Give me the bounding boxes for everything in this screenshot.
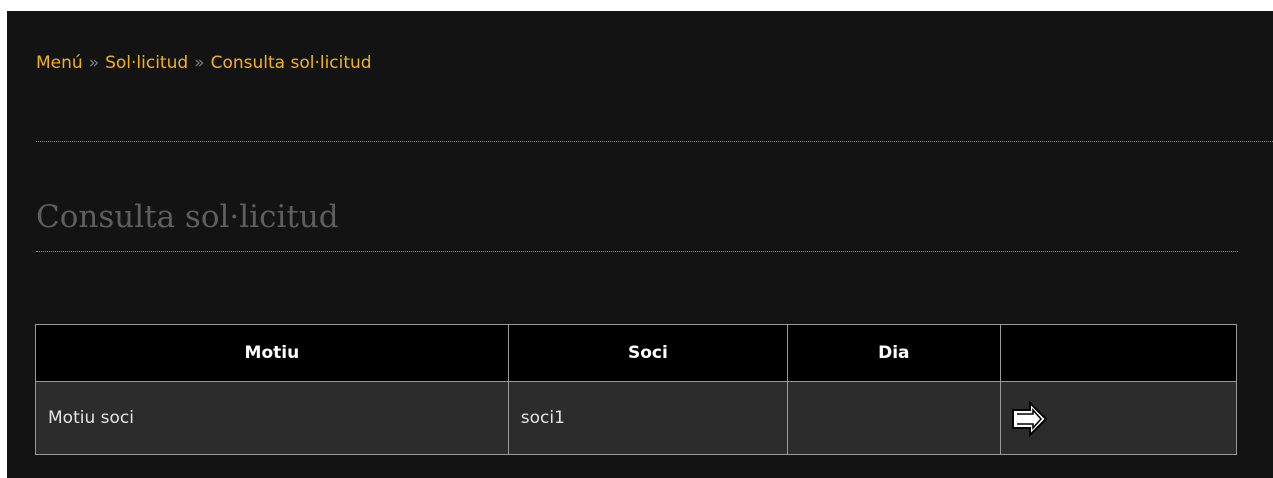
column-header-dia: Dia <box>787 324 1001 382</box>
column-header-motiu: Motiu <box>35 324 509 382</box>
breadcrumb-link-consulta[interactable]: Consulta sol·licitud <box>211 53 372 73</box>
cell-action <box>999 381 1238 455</box>
arrow-right-icon[interactable] <box>1011 400 1049 438</box>
column-header-action <box>999 324 1238 382</box>
table-header-row: Motiu Soci Dia <box>35 324 1238 382</box>
breadcrumb-separator: » <box>88 53 100 73</box>
cell-motiu: Motiu soci <box>35 381 509 455</box>
table-row: Motiu soci soci1 <box>35 381 1238 455</box>
divider <box>36 141 1273 142</box>
breadcrumb-link-menu[interactable]: Menú <box>36 53 83 73</box>
page-title: Consulta sol·licitud <box>36 199 339 235</box>
requests-table: Motiu Soci Dia Motiu soci soci1 <box>35 324 1238 455</box>
content-panel: Menú» Sol·licitud» Consulta sol·licitud Co… <box>7 11 1273 478</box>
title-divider <box>36 251 1238 252</box>
breadcrumb-link-sollicitud[interactable]: Sol·licitud <box>105 53 188 73</box>
breadcrumb: Menú» Sol·licitud» Consulta sol·licitud <box>36 52 372 74</box>
cell-dia <box>787 381 1001 455</box>
column-header-soci: Soci <box>507 324 789 382</box>
cell-soci: soci1 <box>507 381 789 455</box>
breadcrumb-separator: » <box>194 53 205 73</box>
